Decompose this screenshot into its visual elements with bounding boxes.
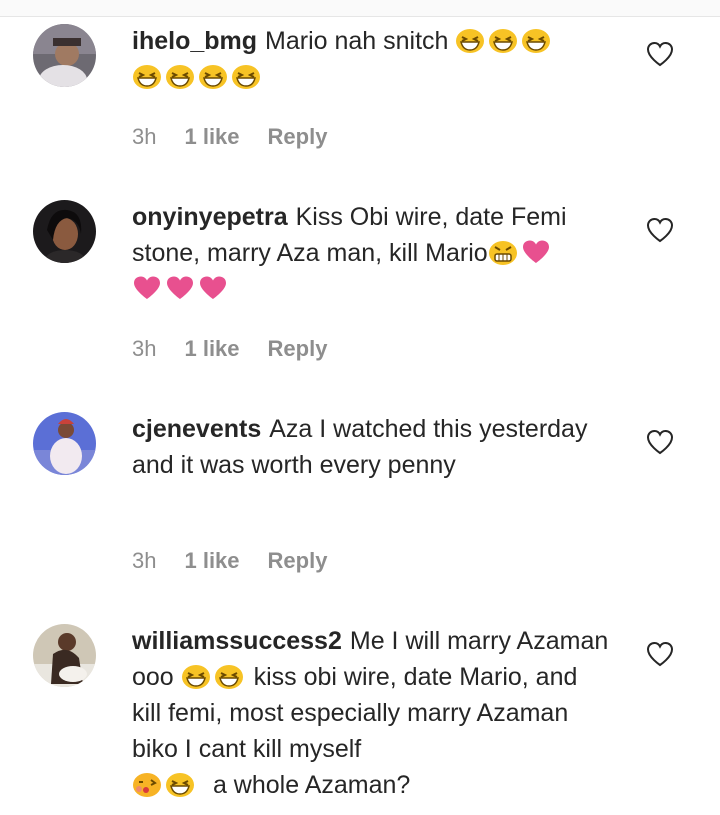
heart-icon bbox=[132, 275, 162, 301]
grinning-squinting-face-icon bbox=[214, 664, 244, 690]
like-heart-icon[interactable] bbox=[646, 217, 674, 243]
grimacing-face-icon bbox=[488, 240, 518, 266]
heart-icon bbox=[198, 275, 228, 301]
grinning-squinting-face-icon bbox=[181, 664, 211, 690]
comment-text: a whole Azaman? bbox=[212, 771, 411, 799]
reply-button[interactable]: Reply bbox=[268, 548, 328, 574]
comment-text: Mario nah snitch bbox=[265, 27, 449, 55]
grinning-squinting-face-icon bbox=[165, 64, 195, 90]
top-divider bbox=[0, 0, 720, 17]
comment-username[interactable]: cjenevents bbox=[132, 415, 261, 443]
winking-kiss-face-icon bbox=[132, 772, 162, 798]
comment-like-count[interactable]: 1 like bbox=[184, 124, 239, 150]
heart-icon bbox=[165, 275, 195, 301]
grinning-squinting-face-icon bbox=[231, 64, 261, 90]
avatar[interactable] bbox=[33, 412, 96, 475]
like-heart-icon[interactable] bbox=[646, 41, 674, 67]
avatar[interactable] bbox=[33, 624, 96, 687]
comment-time: 3h bbox=[132, 336, 157, 361]
grinning-squinting-face-icon bbox=[521, 28, 551, 54]
like-heart-icon[interactable] bbox=[646, 429, 674, 455]
heart-icon bbox=[521, 239, 551, 265]
comment-time: 3h bbox=[132, 548, 157, 573]
comment-like-count[interactable]: 1 like bbox=[184, 336, 239, 362]
reply-button[interactable]: Reply bbox=[268, 336, 328, 362]
avatar[interactable] bbox=[33, 200, 96, 263]
comment-username[interactable]: onyinyepetra bbox=[132, 203, 288, 231]
grinning-squinting-face-icon bbox=[488, 28, 518, 54]
grinning-squinting-face-icon bbox=[165, 772, 195, 798]
comment-like-count[interactable]: 1 like bbox=[184, 548, 239, 574]
reply-button[interactable]: Reply bbox=[268, 124, 328, 150]
comment-time: 3h bbox=[132, 124, 157, 149]
like-heart-icon[interactable] bbox=[646, 641, 674, 667]
grinning-squinting-face-icon bbox=[198, 64, 228, 90]
grinning-squinting-face-icon bbox=[455, 28, 485, 54]
grinning-squinting-face-icon bbox=[132, 64, 162, 90]
comment-username[interactable]: williamssuccess2 bbox=[132, 627, 342, 655]
avatar[interactable] bbox=[33, 24, 96, 87]
comment-username[interactable]: ihelo_bmg bbox=[132, 27, 257, 55]
